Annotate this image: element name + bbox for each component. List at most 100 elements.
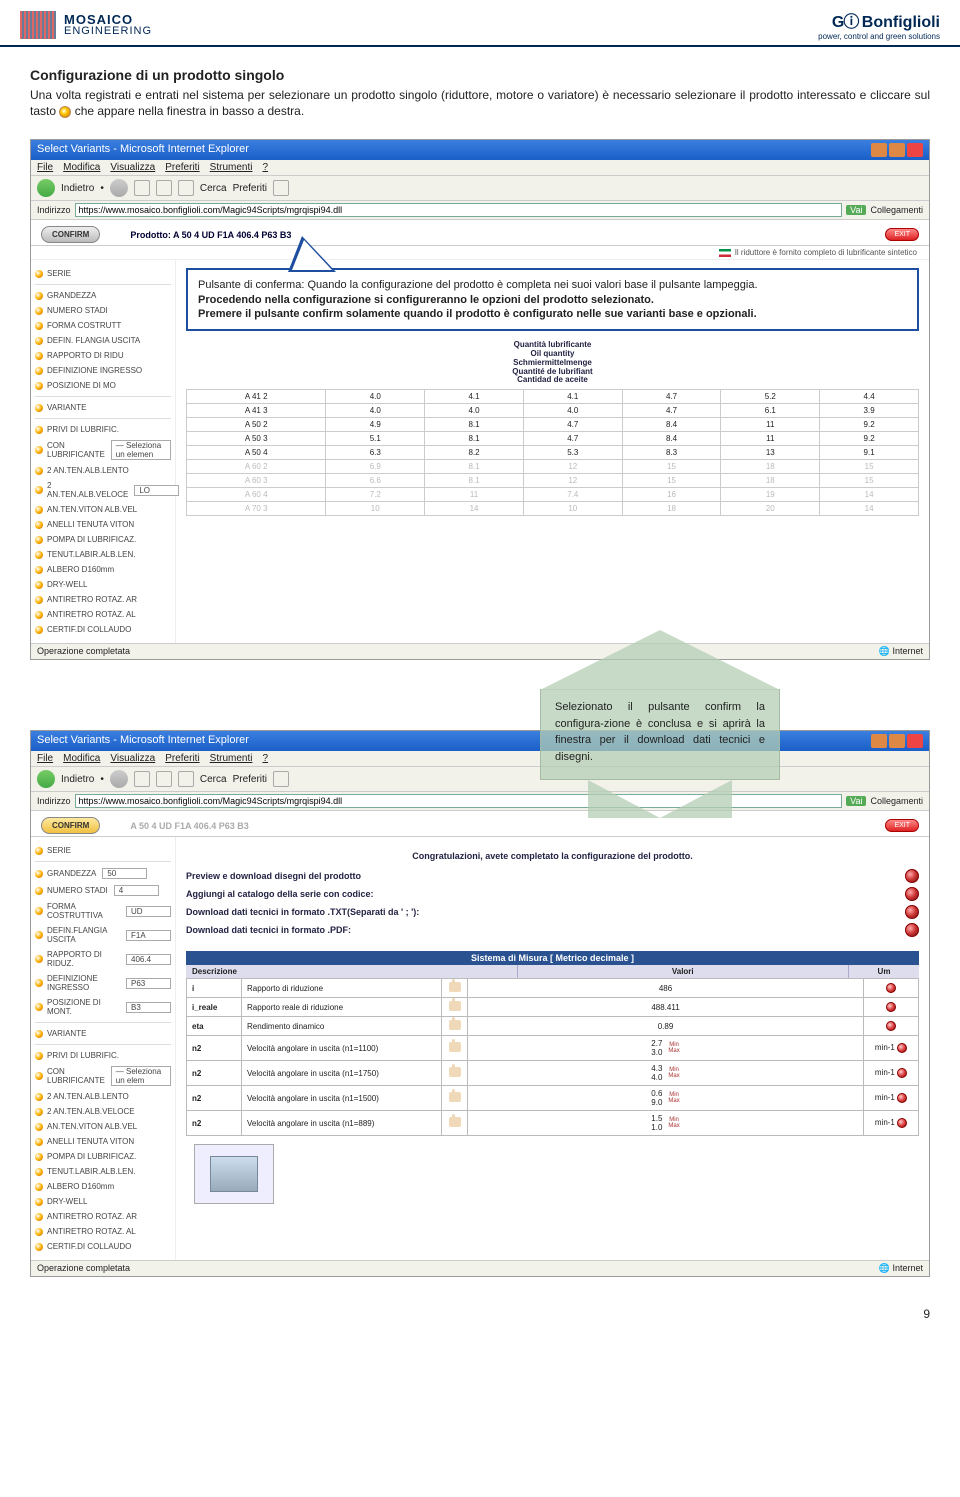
fav-label[interactable]: Preferiti — [233, 183, 267, 194]
sidebar-item[interactable]: POMPA DI LUBRIFICAZ. — [35, 532, 171, 547]
back-icon[interactable] — [37, 179, 55, 197]
sidebar-item[interactable]: CERTIF.DI COLLAUDO — [35, 1239, 171, 1254]
stop-icon[interactable] — [134, 180, 150, 196]
bullet-icon — [35, 352, 43, 360]
action-icon — [897, 1043, 907, 1053]
sidebar-item[interactable]: FORMA COSTRUTT — [35, 318, 171, 333]
dl-txt[interactable]: Download dati tecnici in formato .TXT(Se… — [186, 903, 919, 921]
dl-addcat[interactable]: Aggiungi al catalogo della serie con cod… — [186, 885, 919, 903]
back-label[interactable]: Indietro — [61, 183, 94, 194]
bullet-icon — [35, 404, 43, 412]
sidebar-item[interactable]: POSIZIONE DI MO — [35, 378, 171, 393]
bullet-icon — [35, 907, 43, 915]
window-controls[interactable] — [871, 143, 923, 157]
spec-table: iRapporto di riduzione486 i_realeRapport… — [186, 978, 919, 1136]
action-icon — [897, 1093, 907, 1103]
sidebar-item[interactable]: ALBERO D160mm — [35, 1179, 171, 1194]
sidebar-item[interactable]: ANTIRETRO ROTAZ. AL — [35, 607, 171, 622]
sidebar-item[interactable]: TENUT.LABIR.ALB.LEN. — [35, 547, 171, 562]
arrow-callout: Selezionato il pulsante confirm la confi… — [390, 630, 930, 780]
system-header: Sistema di Misura [ Metrico decimale ] — [186, 951, 919, 965]
sidebar-item[interactable]: VARIANTE — [35, 400, 171, 415]
bullet-icon — [35, 307, 43, 315]
spec-row: iRapporto di riduzione486 — [187, 979, 919, 998]
bullet-icon — [35, 1213, 43, 1221]
bullet-icon — [35, 581, 43, 589]
sidebar-item[interactable]: DRY-WELL — [35, 577, 171, 592]
refresh-icon[interactable] — [156, 180, 172, 196]
sidebar-item[interactable]: DRY-WELL — [35, 1194, 171, 1209]
fwd-icon[interactable] — [110, 179, 128, 197]
sidebar-item[interactable]: ANTIRETRO ROTAZ. AR — [35, 592, 171, 607]
go-button[interactable]: Vai — [846, 205, 866, 215]
sidebar-item[interactable]: POSIZIONE DI MONT.B3 — [35, 995, 171, 1019]
bullet-icon — [35, 1108, 43, 1116]
sidebar-item[interactable]: NUMERO STADI — [35, 303, 171, 318]
home-icon[interactable] — [178, 180, 194, 196]
bullet-icon — [35, 1003, 43, 1011]
dl-pdf[interactable]: Download dati tecnici in formato .PDF: — [186, 921, 919, 939]
sidebar-item[interactable]: ANTIRETRO ROTAZ. AL — [35, 1224, 171, 1239]
page-header: MOSAICO ENGINEERING Gⓘ Bonfiglioli power… — [0, 0, 960, 47]
product-thumbnail[interactable] — [194, 1144, 274, 1204]
sidebar-item[interactable]: ANELLI TENUTA VITON — [35, 517, 171, 532]
sidebar-item[interactable]: FORMA COSTRUTTIVAUD — [35, 899, 171, 923]
bullet-icon — [35, 551, 43, 559]
sidebar-item[interactable]: NUMERO STADI4 — [35, 882, 171, 899]
sidebar-item[interactable]: ALBERO D160mm — [35, 562, 171, 577]
sidebar-item[interactable]: RAPPORTO DI RIDUZ.406.4 — [35, 947, 171, 971]
sidebar-item[interactable]: 2 AN.TEN.ALB.VELOCELO — [35, 478, 171, 502]
logo-bonfiglioli: Gⓘ Bonfiglioli power, control and green … — [818, 8, 940, 41]
sidebar-item[interactable]: RAPPORTO DI RIDU — [35, 348, 171, 363]
sidebar-item[interactable]: DEFIN.FLANGIA USCITAF1A — [35, 923, 171, 947]
sidebar-item[interactable]: PRIVI DI LUBRIFIC. — [35, 422, 171, 437]
exit-button[interactable]: EXIT — [885, 228, 919, 241]
sidebar-item[interactable]: DEFIN. FLANGIA USCITA — [35, 333, 171, 348]
sidebar-item[interactable]: CERTIF.DI COLLAUDO — [35, 622, 171, 637]
sidebar-item[interactable]: CON LUBRIFICANTE— Seleziona un elem — [35, 1063, 171, 1089]
sidebar-item[interactable]: DEFINIZIONE INGRESSO — [35, 363, 171, 378]
sidebar-item[interactable]: AN.TEN.VITON ALB.VEL — [35, 1119, 171, 1134]
ie-toolbar[interactable]: Indietro • Cerca Preferiti — [31, 176, 929, 201]
sidebar-item[interactable]: SERIE — [35, 266, 171, 281]
sidebar-item[interactable]: SERIE — [35, 843, 171, 858]
hand-icon — [449, 1117, 461, 1127]
ie-addressbar[interactable]: Indirizzo Vai Collegamenti — [31, 201, 929, 220]
go-icon — [905, 887, 919, 901]
sidebar-item[interactable]: VARIANTE — [35, 1026, 171, 1041]
confirm-button[interactable]: CONFIRM — [41, 226, 100, 243]
sidebar-item[interactable]: GRANDEZZA50 — [35, 865, 171, 882]
bullet-icon — [35, 1153, 43, 1161]
tool-icon[interactable] — [273, 180, 289, 196]
sidebar-item[interactable]: ANTIRETRO ROTAZ. AR — [35, 1209, 171, 1224]
sidebar-item[interactable]: GRANDEZZA — [35, 288, 171, 303]
sidebar-item[interactable]: TENUT.LABIR.ALB.LEN. — [35, 1164, 171, 1179]
sidebar-item[interactable]: POMPA DI LUBRIFICAZ. — [35, 1149, 171, 1164]
ie-addressbar[interactable]: Indirizzo Vai Collegamenti — [31, 792, 929, 811]
exit-button[interactable]: EXIT — [885, 819, 919, 832]
address-input[interactable] — [75, 203, 843, 217]
sidebar-item[interactable]: 2 AN.TEN.ALB.LENTO — [35, 463, 171, 478]
spec-row: n2Velocità angolare in uscita (n1=1100)2… — [187, 1036, 919, 1061]
action-icon — [897, 1118, 907, 1128]
hand-icon — [449, 1067, 461, 1077]
sidebar-item[interactable]: ANELLI TENUTA VITON — [35, 1134, 171, 1149]
confirm-button[interactable]: CONFIRM — [41, 817, 100, 834]
action-icon — [897, 1068, 907, 1078]
sidebar-item[interactable]: PRIVI DI LUBRIFIC. — [35, 1048, 171, 1063]
bullet-icon — [35, 626, 43, 634]
sidebar-item[interactable]: CON LUBRIFICANTE— Seleziona un elemen — [35, 437, 171, 463]
bullet-icon — [35, 955, 43, 963]
window-title: Select Variants - Microsoft Internet Exp… — [37, 143, 249, 157]
ie-window-2: Select Variants - Microsoft Internet Exp… — [30, 730, 930, 1277]
ie-menubar[interactable]: FileModificaVisualizzaPreferitiStrumenti… — [31, 160, 929, 176]
bullet-icon — [35, 521, 43, 529]
sidebar-item[interactable]: AN.TEN.VITON ALB.VEL — [35, 502, 171, 517]
dl-preview[interactable]: Preview e download disegni del prodotto — [186, 867, 919, 885]
sidebar-item[interactable]: DEFINIZIONE INGRESSOP63 — [35, 971, 171, 995]
search-label[interactable]: Cerca — [200, 183, 227, 194]
italy-flag-icon — [719, 249, 731, 257]
sidebar-item[interactable]: 2 AN.TEN.ALB.VELOCE — [35, 1104, 171, 1119]
ie-window-1: Select Variants - Microsoft Internet Exp… — [30, 139, 930, 660]
sidebar-item[interactable]: 2 AN.TEN.ALB.LENTO — [35, 1089, 171, 1104]
